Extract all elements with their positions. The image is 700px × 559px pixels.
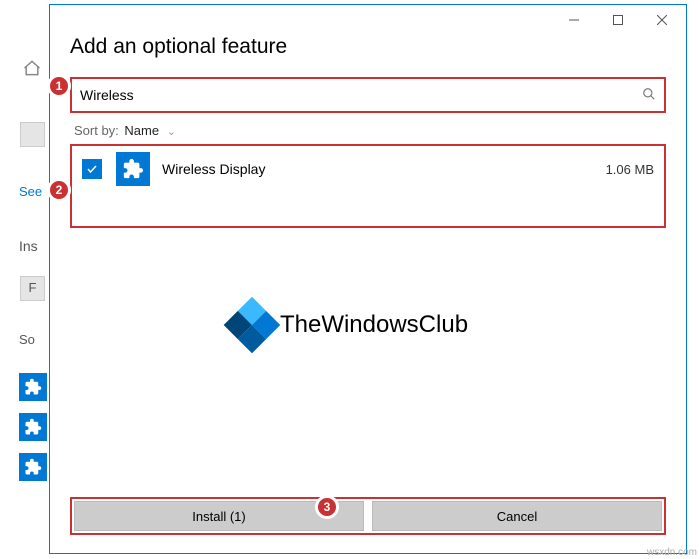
sort-row[interactable]: Sort by: Name ⌄	[50, 113, 686, 144]
dialog-title: Add an optional feature	[50, 35, 686, 69]
button-row-highlight: Install (1) Cancel	[70, 497, 666, 535]
sort-by-value: Name	[124, 123, 159, 138]
search-icon[interactable]	[642, 87, 656, 104]
watermark-logo-icon	[224, 297, 281, 354]
watermark-text: TheWindowsClub	[280, 311, 468, 339]
feature-size: 1.06 MB	[606, 162, 654, 177]
home-icon	[22, 58, 42, 83]
watermark: TheWindowsClub	[232, 305, 468, 345]
puzzle-icon	[116, 152, 150, 186]
feature-list-highlight: Wireless Display 1.06 MB	[70, 144, 666, 228]
bg-f-button: F	[20, 276, 45, 301]
sort-by-label: Sort by:	[74, 123, 119, 138]
search-input[interactable]	[80, 87, 642, 103]
bg-see-label: See	[19, 184, 42, 199]
button-bar: Install (1) Cancel	[50, 489, 686, 553]
dialog-titlebar	[50, 5, 686, 35]
chevron-down-icon: ⌄	[167, 126, 176, 138]
bg-feature-item-1	[19, 373, 47, 401]
cancel-button[interactable]: Cancel	[372, 501, 662, 531]
bg-feature-item-2	[19, 413, 47, 441]
add-feature-dialog: Add an optional feature Sort by: Name ⌄ …	[49, 4, 687, 554]
bg-sort-label: So	[19, 332, 35, 347]
attribution-text: wsxdn.com	[647, 547, 697, 558]
annotation-badge-2: 2	[47, 178, 71, 202]
feature-checkbox[interactable]	[82, 159, 102, 179]
minimize-button[interactable]	[552, 6, 596, 34]
bg-installed-label: Ins	[19, 238, 38, 254]
annotation-badge-3: 3	[315, 495, 339, 519]
bg-add-button	[20, 122, 45, 147]
feature-name: Wireless Display	[162, 161, 606, 177]
feature-row-wireless-display[interactable]: Wireless Display 1.06 MB	[82, 152, 654, 186]
bg-feature-item-3	[19, 453, 47, 481]
maximize-button[interactable]	[596, 6, 640, 34]
annotation-badge-1: 1	[47, 74, 71, 98]
close-button[interactable]	[640, 6, 684, 34]
search-box-highlight	[70, 77, 666, 113]
